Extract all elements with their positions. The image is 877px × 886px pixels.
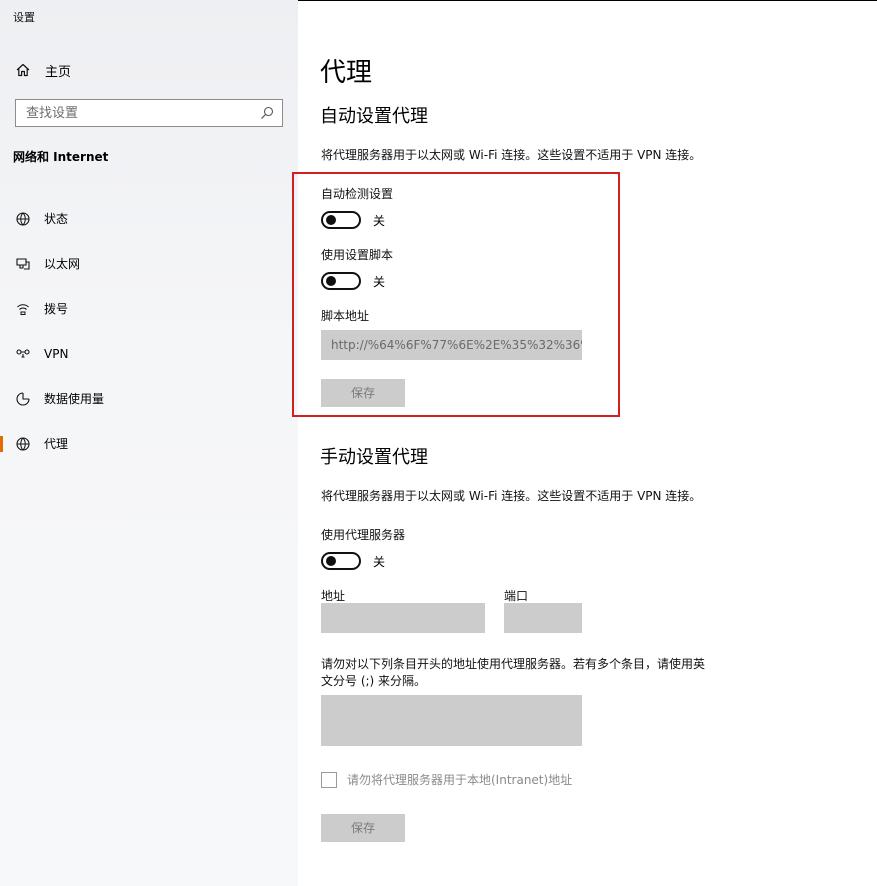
toggle-knob: [326, 215, 336, 225]
window-title: 设置: [13, 11, 35, 24]
sidebar-item-proxy[interactable]: 代理: [0, 421, 298, 466]
sidebar-item-status[interactable]: 状态: [0, 196, 298, 241]
use-proxy-label: 使用代理服务器: [321, 528, 406, 542]
search-box[interactable]: [15, 99, 283, 127]
use-proxy-state: 关: [373, 554, 386, 569]
auto-detect-toggle[interactable]: [321, 211, 361, 229]
dialup-icon: [17, 303, 29, 315]
local-bypass-row: 请勿将代理服务器用于本地(Intranet)地址: [321, 771, 572, 788]
auto-detect-label: 自动检测设置: [321, 187, 394, 201]
sidebar-item-label: 代理: [44, 437, 69, 451]
toggle-knob: [326, 276, 336, 286]
auto-proxy-heading: 自动设置代理: [320, 106, 428, 127]
main-content: 代理 自动设置代理 将代理服务器用于以太网或 Wi-Fi 连接。这些设置不适用于…: [292, 0, 877, 886]
auto-save-button[interactable]: 保存: [321, 379, 405, 407]
setup-script-label: 使用设置脚本: [321, 248, 394, 262]
sidebar: 设置 主页 网络和 Internet 状态 以太网: [0, 0, 298, 886]
address-input[interactable]: [321, 603, 485, 633]
search-input[interactable]: [16, 100, 256, 126]
data-usage-icon: [16, 391, 30, 406]
ethernet-icon: [16, 257, 30, 270]
use-proxy-row: 关: [321, 552, 385, 570]
search-icon[interactable]: [260, 106, 274, 120]
exceptions-textarea[interactable]: [321, 695, 582, 746]
auto-detect-row: 关: [321, 211, 385, 229]
address-label: 地址: [321, 589, 346, 603]
manual-proxy-heading: 手动设置代理: [320, 447, 428, 468]
home-icon: [16, 63, 30, 77]
setup-script-toggle[interactable]: [321, 272, 361, 290]
manual-proxy-description: 将代理服务器用于以太网或 Wi-Fi 连接。这些设置不适用于 VPN 连接。: [321, 489, 702, 503]
sidebar-item-label: VPN: [44, 346, 69, 361]
auto-proxy-description: 将代理服务器用于以太网或 Wi-Fi 连接。这些设置不适用于 VPN 连接。: [321, 148, 702, 162]
sidebar-nav: 状态 以太网 拨号 VPN 数据使用量 代理: [0, 196, 298, 466]
setup-script-state: 关: [373, 274, 386, 289]
sidebar-item-vpn[interactable]: VPN: [0, 331, 298, 376]
active-indicator: [0, 436, 3, 452]
port-input[interactable]: [504, 603, 582, 633]
sidebar-item-data-usage[interactable]: 数据使用量: [0, 376, 298, 421]
sidebar-section-title: 网络和 Internet: [13, 150, 109, 164]
home-label: 主页: [45, 64, 72, 80]
exceptions-description-line1: 请勿对以下列条目开头的地址使用代理服务器。若有多个条目，请使用英: [321, 657, 706, 671]
globe-status-icon: [16, 211, 30, 226]
exceptions-description-line2: 文分号 (;) 来分隔。: [321, 674, 427, 688]
toggle-knob: [326, 556, 336, 566]
sidebar-item-label: 状态: [44, 212, 69, 226]
sidebar-item-label: 以太网: [44, 257, 81, 271]
manual-save-button[interactable]: 保存: [321, 814, 405, 842]
vpn-icon: [16, 348, 30, 358]
sidebar-item-label: 数据使用量: [44, 392, 105, 406]
sidebar-item-label: 拨号: [44, 302, 69, 316]
sidebar-item-ethernet[interactable]: 以太网: [0, 241, 298, 286]
local-bypass-checkbox[interactable]: [321, 771, 337, 788]
script-address-input[interactable]: http://%64%6F%77%6E%2E%35%32%36%: [321, 330, 582, 360]
globe-icon: [16, 436, 30, 451]
use-proxy-toggle[interactable]: [321, 552, 361, 570]
setup-script-row: 关: [321, 272, 385, 290]
home-nav-item[interactable]: 主页: [15, 60, 71, 80]
auto-detect-state: 关: [373, 213, 386, 228]
page-title: 代理: [320, 58, 373, 88]
script-address-label: 脚本地址: [321, 309, 370, 323]
local-bypass-label: 请勿将代理服务器用于本地(Intranet)地址: [347, 773, 573, 787]
sidebar-item-dialup[interactable]: 拨号: [0, 286, 298, 331]
port-label: 端口: [504, 589, 529, 603]
